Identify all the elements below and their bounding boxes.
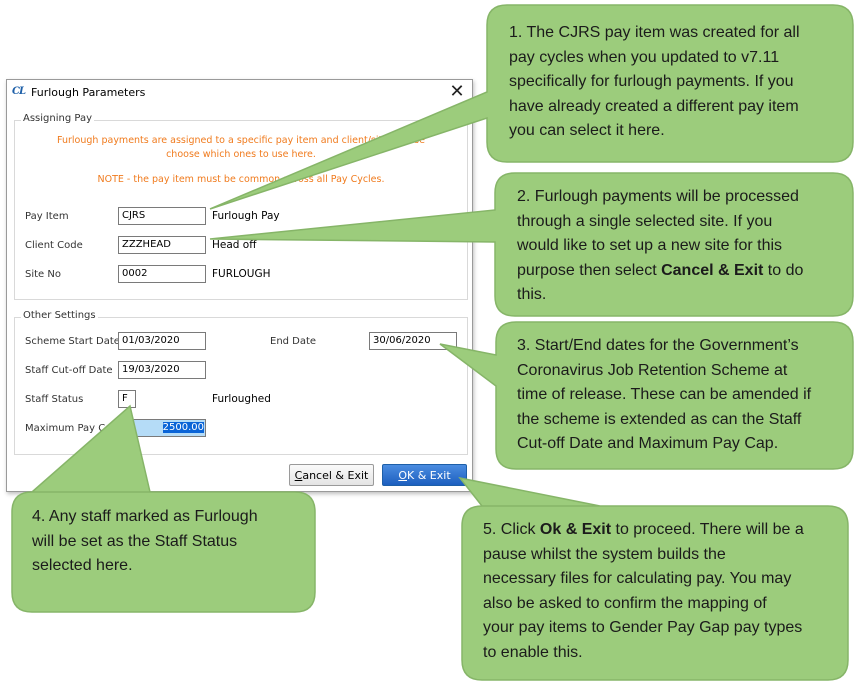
max-pay-cap-value: 2500.00 <box>162 422 204 433</box>
cancel-label: ancel & Exit <box>302 468 369 482</box>
callout-2-line: would like to set up a new site for this <box>517 237 783 254</box>
max-pay-cap-input[interactable]: 2500.00 <box>118 419 206 437</box>
scheme-start-input[interactable]: 01/03/2020 <box>118 332 206 350</box>
callout-2: 2. Furlough payments will be processed t… <box>517 185 803 308</box>
callout-2-emphasis: Cancel & Exit <box>661 261 764 279</box>
callout-5-text: 5. Click <box>483 521 540 538</box>
callout-5-line: necessary files for calculating pay. You… <box>483 570 792 587</box>
callout-3-line: 3. Start/End dates for the Government’s <box>517 337 799 354</box>
scheme-start-label: Scheme Start Date <box>25 336 120 347</box>
callout-1-line: specifically for furlough payments. If y… <box>509 73 794 90</box>
callout-5-line: also be asked to confirm the mapping of <box>483 594 767 612</box>
staff-status-label: Staff Status <box>25 394 84 405</box>
callout-4: 4. Any staff marked as Furlough will be … <box>32 505 258 579</box>
title-bar: CL Furlough Parameters ✕ <box>7 80 472 106</box>
assigning-notice-line2: choose which ones to use here. <box>166 149 316 160</box>
callout-5-line: 5. Click Ok & Exit to proceed. There wil… <box>483 518 804 543</box>
pay-item-description: Furlough Pay <box>212 210 280 222</box>
max-pay-cap-label: Maximum Pay Cap <box>25 423 118 434</box>
pay-item-label: Pay Item <box>25 211 69 222</box>
client-code-label: Client Code <box>25 240 83 251</box>
callout-4-line: selected here. <box>32 557 133 574</box>
assigning-notice-line1: Furlough payments are assigned to a spec… <box>57 135 425 146</box>
callout-5-emphasis: Ok & Exit <box>539 521 612 538</box>
assigning-pay-label: Assigning Pay <box>21 113 94 124</box>
callout-2-line: this. <box>517 286 547 303</box>
cancel-exit-button[interactable]: Cancel & Exit <box>289 464 374 486</box>
ok-hotkey: O <box>398 468 408 482</box>
callout-3-line: Cut-off Date and Maximum Pay Cap. <box>517 435 779 452</box>
callout-1-line: pay cycles when you updated to v7.11 <box>509 48 780 66</box>
site-no-input[interactable]: 0002 <box>118 265 206 283</box>
site-no-description: FURLOUGH <box>212 268 271 280</box>
pay-item-note: NOTE - the pay item must be common acros… <box>97 174 385 185</box>
ok-label: K & Exit <box>407 468 451 482</box>
callout-4-line: will be set as the Staff Status <box>32 532 238 550</box>
callout-1-line: 1. The CJRS pay item was created for all <box>509 24 800 41</box>
staff-cutoff-label: Staff Cut-off Date <box>25 365 113 376</box>
callout-5-text: to proceed. There will be a <box>611 521 804 538</box>
callout-3-line: the scheme is extended as can the Staff <box>517 410 802 428</box>
callout-3-line: Coronavirus Job Retention Scheme at <box>517 361 788 379</box>
staff-status-description: Furloughed <box>212 393 271 405</box>
client-code-input[interactable]: ZZZHEAD <box>118 236 206 254</box>
ok-exit-button[interactable]: OK & Exit <box>382 464 467 486</box>
callout-2-line: through a single selected site. If you <box>517 212 773 230</box>
end-date-label: End Date <box>270 336 317 347</box>
callout-3-line: time of release. These can be amended if <box>517 386 812 403</box>
callout-2-line: purpose then select Cancel & Exit to do <box>517 259 803 284</box>
callout-1-line: you can select it here. <box>509 122 665 139</box>
end-date-input[interactable]: 30/06/2020 <box>369 332 457 350</box>
furlough-parameters-dialog: CL Furlough Parameters ✕ Assigning Pay F… <box>6 79 473 492</box>
cancel-hotkey: C <box>294 468 303 482</box>
other-settings-label: Other Settings <box>21 310 98 321</box>
callout-2-line: 2. Furlough payments will be processed <box>517 188 799 205</box>
callout-1: 1. The CJRS pay item was created for all… <box>509 21 800 144</box>
client-code-description: Head off <box>212 239 257 251</box>
dialog-title: Furlough Parameters <box>31 86 146 99</box>
callout-1-line: have already created a different pay ite… <box>509 97 799 115</box>
callout-4-line: 4. Any staff marked as Furlough <box>32 508 258 525</box>
callout-5-line: pause whilst the system builds the <box>483 545 726 563</box>
staff-status-input[interactable]: F <box>118 390 136 408</box>
callout-5-line: to enable this. <box>483 643 583 661</box>
callout-2-text: purpose then select <box>517 261 662 279</box>
close-icon[interactable]: ✕ <box>448 81 466 102</box>
pay-item-input[interactable]: CJRS <box>118 207 206 225</box>
site-no-label: Site No <box>25 269 61 280</box>
app-logo-icon: CL <box>12 86 26 97</box>
callout-3: 3. Start/End dates for the Government’s … <box>517 334 811 457</box>
callout-5: 5. Click Ok & Exit to proceed. There wil… <box>483 518 804 665</box>
callout-5-line: your pay items to Gender Pay Gap pay typ… <box>483 619 803 636</box>
callout-2-text: to do <box>763 261 804 279</box>
staff-cutoff-input[interactable]: 19/03/2020 <box>118 361 206 379</box>
